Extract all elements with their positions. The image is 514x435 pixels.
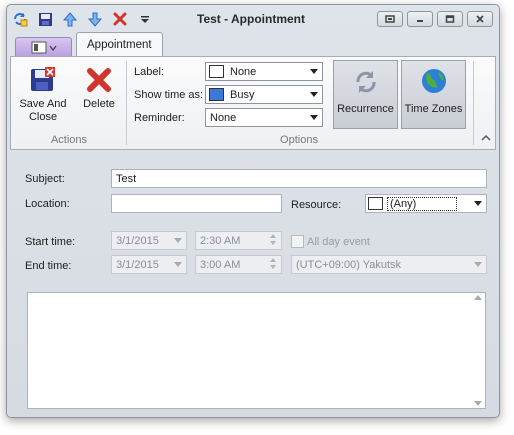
all-day-checkbox[interactable] (291, 235, 304, 248)
customize-toolbar-icon[interactable] (136, 10, 154, 28)
spinner-arrows-icon (270, 234, 278, 245)
time-zones-label: Time Zones (404, 103, 463, 115)
options-group-label: Options (280, 134, 318, 146)
title-bar: Test - Appointment (7, 5, 499, 33)
end-date-select[interactable]: 3/1/2015 (111, 255, 187, 274)
delete-big-icon (84, 65, 114, 95)
scroll-down-icon[interactable] (474, 401, 482, 406)
show-time-as-value: Busy (230, 88, 255, 101)
next-arrow-icon[interactable] (86, 10, 104, 28)
reminder-select[interactable]: None (205, 108, 323, 127)
delete-icon[interactable] (111, 10, 129, 28)
ribbon: Save And Close Delete Actions Label: Non… (10, 56, 496, 150)
chevron-down-icon (310, 92, 318, 97)
reminder-value: None (210, 111, 237, 124)
calendar-menu-icon (31, 41, 46, 54)
label-color-swatch (209, 65, 224, 78)
location-input[interactable] (111, 194, 282, 213)
start-date-value: 3/1/2015 (116, 234, 159, 247)
save-and-close-button[interactable]: Save And Close (18, 65, 68, 124)
chevron-down-icon (474, 262, 482, 267)
show-time-as-caption: Show time as: (134, 89, 204, 101)
chevron-down-icon (310, 115, 318, 120)
busy-color-swatch (209, 88, 224, 101)
end-time-label: End time: (25, 260, 72, 272)
save-and-close-icon (28, 65, 58, 95)
all-day-label: All day event (307, 236, 370, 248)
quick-access-toolbar (11, 10, 154, 28)
notes-scrollbar[interactable] (473, 295, 483, 406)
spinner-arrows-icon (270, 258, 278, 269)
appointment-form: Subject: Test Location: Resource: (Any) … (10, 151, 496, 415)
start-time-label: Start time: (25, 236, 76, 248)
ribbon-tabs: Appointment (15, 32, 163, 57)
resource-color-swatch (368, 197, 383, 210)
save-icon[interactable] (36, 10, 54, 28)
restore-icon[interactable] (377, 11, 403, 27)
recurrence-icon (351, 67, 381, 97)
save-and-close-label: Save And Close (19, 98, 67, 123)
appointment-window: Test - Appointment Appointment Save And … (6, 4, 500, 418)
location-label: Location: (25, 198, 70, 210)
globe-icon (419, 66, 449, 96)
delete-label: Delete (83, 98, 115, 110)
timezone-value: (UTC+09:00) Yakutsk (296, 258, 402, 271)
scroll-up-icon[interactable] (474, 295, 482, 300)
chevron-down-icon (474, 201, 482, 206)
start-time-spinner[interactable]: 2:30 AM (195, 231, 282, 250)
collapse-ribbon-icon[interactable] (481, 133, 491, 145)
end-date-value: 3/1/2015 (116, 258, 159, 271)
recurrence-label: Recurrence (337, 103, 394, 115)
actions-group-label: Actions (50, 134, 88, 146)
reminder-caption: Reminder: (134, 112, 185, 124)
subject-label: Subject: (25, 173, 65, 185)
chevron-down-icon (310, 69, 318, 74)
subject-input[interactable]: Test (111, 169, 487, 188)
label-value: None (230, 65, 257, 78)
label-caption: Label: (134, 66, 164, 78)
notes-textarea[interactable] (27, 292, 486, 409)
time-zones-button[interactable]: Time Zones (401, 60, 466, 129)
window-title: Test - Appointment (197, 12, 305, 26)
tab-appointment[interactable]: Appointment (76, 32, 163, 57)
delete-button[interactable]: Delete (79, 65, 119, 111)
resource-label: Resource: (291, 199, 342, 211)
resource-value: (Any) (387, 196, 458, 211)
minimize-icon[interactable] (407, 11, 433, 27)
end-time-value: 3:00 AM (200, 258, 241, 271)
chevron-down-icon (174, 238, 182, 243)
chevron-down-icon (174, 262, 182, 267)
refresh-icon[interactable] (11, 10, 29, 28)
start-time-value: 2:30 AM (200, 234, 241, 247)
group-divider (126, 61, 127, 145)
show-time-as-select[interactable]: Busy (205, 85, 323, 104)
end-time-spinner[interactable]: 3:00 AM (195, 255, 282, 274)
window-controls (377, 11, 493, 27)
maximize-icon[interactable] (437, 11, 463, 27)
previous-arrow-icon[interactable] (61, 10, 79, 28)
timezone-select[interactable]: (UTC+09:00) Yakutsk (291, 255, 487, 274)
resource-select[interactable]: (Any) (365, 194, 487, 213)
chevron-down-icon (48, 45, 57, 51)
label-select[interactable]: None (205, 62, 323, 81)
group-divider (473, 61, 474, 145)
close-icon[interactable] (467, 11, 493, 27)
start-date-select[interactable]: 3/1/2015 (111, 231, 187, 250)
file-menu-button[interactable] (15, 37, 72, 57)
recurrence-button[interactable]: Recurrence (333, 60, 398, 129)
